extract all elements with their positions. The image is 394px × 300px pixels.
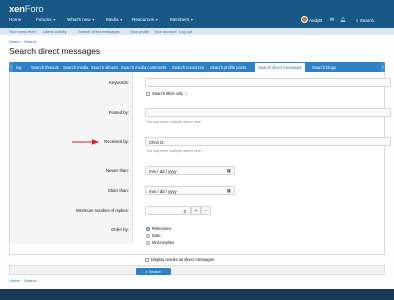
keywords-label: Keywords: (108, 80, 129, 85)
breadcrumb-home[interactable]: Home (9, 39, 20, 44)
site-footer (0, 289, 394, 300)
avatar[interactable] (301, 16, 308, 23)
order-by-label: Order by: (111, 227, 129, 232)
newer-than-date-input[interactable]: mm / dd / yyyy ▦ (145, 166, 235, 175)
nav-resources[interactable]: Resources▼ (132, 17, 158, 22)
search-form: Keywords: Search titles onlyⓘ Posted by:… (9, 72, 391, 255)
tab-search-blogs[interactable]: Search blogs (312, 65, 336, 70)
help-icon[interactable]: ⓘ (184, 92, 188, 97)
breadcrumb: Home › Search (9, 39, 37, 44)
chevron-down-icon: ▼ (91, 18, 96, 22)
nav-forums[interactable]: Forums▼ (36, 17, 56, 22)
posted-by-input[interactable] (145, 108, 391, 117)
search-icon: ⌕ (145, 268, 148, 274)
min-replies-input[interactable]: 0 (145, 206, 191, 215)
breadcrumb-separator: › (21, 278, 23, 283)
checkbox-icon (146, 91, 150, 96)
radio-icon (146, 233, 150, 238)
newer-than-label: Newer than: (105, 168, 129, 173)
keywords-input[interactable] (145, 78, 391, 87)
older-than-date-input[interactable]: mm / dd / yyyy ▦ (145, 186, 235, 195)
received-by-hint: You may enter multiple names here. (146, 149, 202, 153)
tab-search-profile-posts[interactable]: Search profile posts (210, 65, 246, 70)
subnav-your-account[interactable]: Your account (154, 29, 177, 34)
calendar-icon[interactable]: ▦ (227, 188, 231, 194)
older-than-label: Older than: (107, 188, 129, 193)
display-as-direct-messages-checkbox[interactable]: Display results as direct messages (145, 257, 214, 262)
breadcrumb-search[interactable]: Search (24, 278, 37, 283)
main-nav: Home Forums▼ What's new▼ Media▼ Resource… (0, 14, 394, 28)
calendar-icon[interactable]: ▦ (227, 168, 231, 174)
radio-selected-icon (146, 226, 150, 231)
nav-whats-new[interactable]: What's new▼ (67, 17, 95, 22)
increment-button[interactable]: + (191, 206, 201, 215)
breadcrumb-bottom: Home › Search (9, 278, 37, 283)
chevron-down-icon: ▼ (190, 18, 194, 22)
received-by-label: Received by: (104, 139, 129, 144)
tab-search-threads[interactable]: Search threads (31, 65, 59, 70)
subnav-log-out[interactable]: Log out (179, 29, 192, 34)
tabs-scroll-right-icon[interactable]: › (381, 62, 385, 72)
chevron-down-icon: ▼ (119, 18, 123, 22)
tab-search-media[interactable]: Search media (63, 65, 88, 70)
search-tabs: ing Search threads Search media Search a… (9, 62, 385, 72)
page-title: Search direct messages (9, 46, 101, 56)
form-submit-row: ⌕ Search (9, 265, 385, 275)
user-name[interactable]: AndyB (309, 18, 322, 23)
tabs-scroll-left-icon[interactable]: ‹ (9, 62, 13, 72)
sub-nav: Your news feed Latest activity Search di… (0, 28, 394, 35)
subnav-latest-activity[interactable]: Latest activity (43, 29, 67, 34)
order-date-radio[interactable]: Date (146, 233, 161, 238)
posted-by-hint: You may enter multiple names here. (146, 120, 202, 124)
annotation-arrow-icon (72, 139, 99, 145)
bell-icon[interactable]: 🔔︎ (340, 18, 346, 23)
label-column (10, 72, 133, 244)
order-most-replies-radio[interactable]: Most replies (146, 240, 174, 245)
radio-icon (146, 240, 150, 245)
tab-search-media-comments[interactable]: Search media comments (121, 65, 166, 70)
received-by-input[interactable]: Chris D. (145, 137, 391, 146)
breadcrumb-search[interactable]: Search (24, 39, 37, 44)
breadcrumb-separator: › (21, 39, 23, 44)
tab-search-all[interactable]: ing (16, 65, 21, 70)
search-submit-button[interactable]: ⌕ Search (136, 267, 171, 275)
subnav-your-profile[interactable]: Your profile (130, 29, 150, 34)
tab-search-resources[interactable]: Search resources (172, 65, 204, 70)
order-relevance-radio[interactable]: Relevance (146, 226, 171, 231)
nav-media[interactable]: Media▼ (106, 17, 123, 22)
nav-home[interactable]: Home (9, 17, 21, 22)
search-icon: ⌕ (356, 17, 359, 23)
nav-members[interactable]: Members▼ (170, 17, 194, 22)
header-search-button[interactable]: ⌕ Search (356, 18, 374, 23)
titles-only-checkbox[interactable]: Search titles onlyⓘ (146, 91, 188, 97)
checkbox-icon (145, 257, 149, 262)
posted-by-label: Posted by: (108, 110, 129, 115)
tab-search-albums[interactable]: Search albums (91, 65, 118, 70)
breadcrumb-home[interactable]: Home (9, 278, 20, 283)
tab-search-direct-messages[interactable]: Search direct messages (255, 63, 305, 72)
inbox-icon[interactable]: ✉ (330, 18, 334, 23)
decrement-button[interactable]: − (201, 206, 211, 215)
chevron-down-icon: ▼ (52, 18, 57, 22)
subnav-news-feed[interactable]: Your news feed (9, 29, 36, 34)
chevron-down-icon: ▼ (154, 18, 159, 22)
min-replies-label: Minimum number of replies: (75, 208, 129, 213)
subnav-search-direct-messages[interactable]: Search direct messages (78, 29, 120, 34)
